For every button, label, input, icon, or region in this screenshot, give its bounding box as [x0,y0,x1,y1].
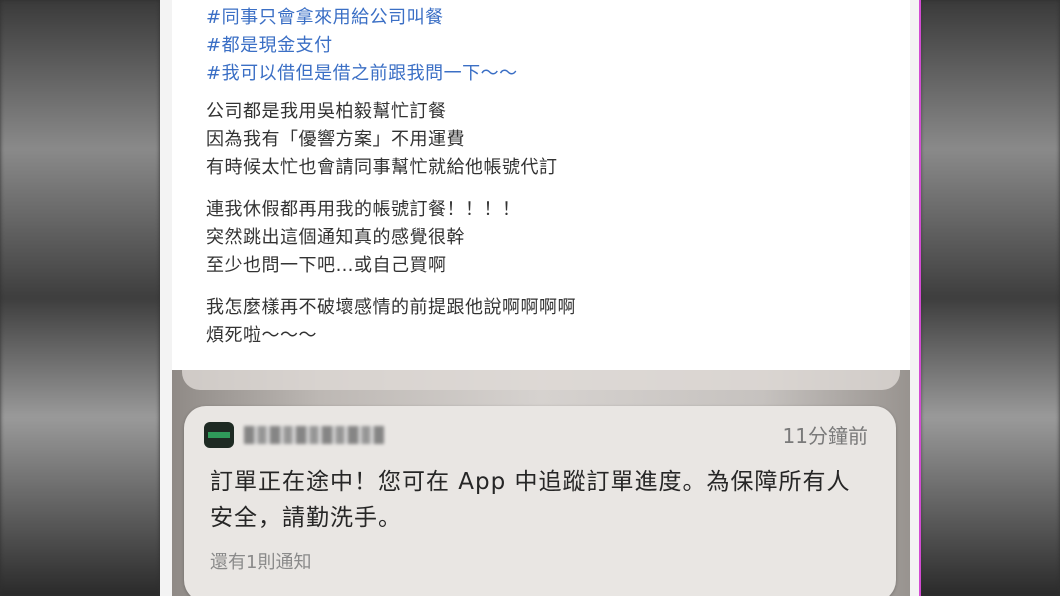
screenshot-photo: 11分鐘前 訂單正在途中！您可在 App 中追蹤訂單進度。為保障所有人安全，請勤… [172,370,910,596]
post-text-line: 我怎麼樣再不破壞感情的前提跟他說啊啊啊啊 [206,297,576,318]
previous-notification-edge [182,370,900,390]
hashtag-link[interactable]: #都是現金支付 [206,32,518,60]
app-icon [204,422,234,448]
post-text-line: 煩死啦～～～ [206,325,317,346]
post-text-line: 至少也問一下吧…或自己買啊 [206,255,447,276]
post-text-line: 突然跳出這個通知真的感覺很幹 [206,227,465,248]
post-paragraph: 我怎麼樣再不破壞感情的前提跟他說啊啊啊啊 煩死啦～～～ [206,294,576,350]
post-text-line: 連我休假都再用我的帳號訂餐！！！！ [206,199,521,220]
push-notification[interactable]: 11分鐘前 訂單正在途中！您可在 App 中追蹤訂單進度。為保障所有人安全，請勤… [184,406,896,596]
post-paragraph: 公司都是我用吳柏毅幫忙訂餐 因為我有「優響方案」不用運費 有時候太忙也會請同事幫… [206,98,558,182]
hashtag-link[interactable]: #同事只會拿來用給公司叫餐 [206,4,518,32]
post-card: #同事只會拿來用給公司叫餐 #都是現金支付 #我可以借但是借之前跟我問一下～～ … [172,0,910,370]
app-name-blurred [244,426,384,444]
post-text-line: 有時候太忙也會請同事幫忙就給他帳號代訂 [206,157,558,178]
post-paragraph: 連我休假都再用我的帳號訂餐！！！！ 突然跳出這個通知真的感覺很幹 至少也問一下吧… [206,196,521,280]
post-panel: #同事只會拿來用給公司叫餐 #都是現金支付 #我可以借但是借之前跟我問一下～～ … [160,0,919,596]
more-notifications-label[interactable]: 還有1則通知 [210,548,311,574]
frame-divider [919,0,921,596]
hashtag-list: #同事只會拿來用給公司叫餐 #都是現金支付 #我可以借但是借之前跟我問一下～～ [206,4,518,88]
notification-time: 11分鐘前 [782,424,868,448]
notification-body: 訂單正在途中！您可在 App 中追蹤訂單進度。為保障所有人安全，請勤洗手。 [210,469,851,531]
blurred-background-right [920,0,1060,596]
blurred-background-left [0,0,160,596]
post-text-line: 公司都是我用吳柏毅幫忙訂餐 [206,101,447,122]
app-icon-bar [208,432,230,438]
post-text-line: 因為我有「優響方案」不用運費 [206,129,465,150]
hashtag-link[interactable]: #我可以借但是借之前跟我問一下～～ [206,60,518,88]
